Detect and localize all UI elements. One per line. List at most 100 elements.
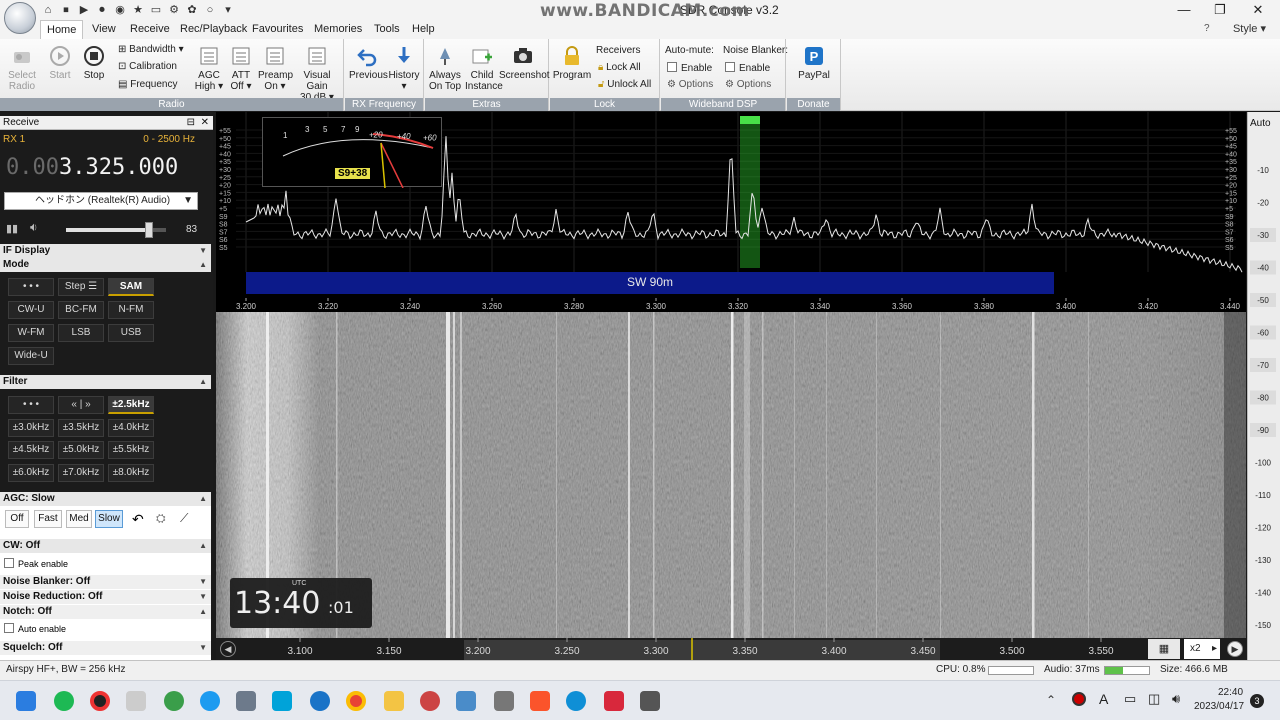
brave-icon[interactable] (530, 691, 550, 711)
stop-button[interactable]: Stop (78, 45, 110, 81)
screen-app-icon[interactable] (456, 691, 476, 711)
calibration-button[interactable]: ⊡ Calibration (118, 61, 177, 73)
pin-icon[interactable]: ⊟ (187, 116, 195, 130)
filter-button[interactable]: ±6.0kHz (8, 463, 54, 482)
tuned-filter-band[interactable] (740, 116, 760, 268)
start-menu-icon[interactable] (16, 691, 36, 711)
noise-reduction-section[interactable]: Noise Reduction: Off ▼ (0, 590, 211, 604)
unlock-all-button[interactable]: 🔓︎ Unlock All (598, 79, 651, 91)
child-instance-button[interactable]: Child Instance (465, 45, 503, 92)
favourite-icon[interactable]: ★ (130, 2, 146, 18)
tab-home[interactable]: Home (40, 20, 84, 39)
circle-icon[interactable]: ○ (202, 2, 218, 18)
scroll-right-icon[interactable]: ▶ (1227, 641, 1243, 657)
scroll-left-icon[interactable]: ◀ (220, 641, 236, 657)
spectrum-display[interactable]: +55 +50 +45 +40 +35 +30 +25 +20 +15 +10 +5 S9 S8 S7 S6… (216, 112, 1246, 298)
peak-enable-checkbox[interactable]: Peak enable (4, 558, 68, 569)
screenshot-scale-icon[interactable]: ▦ (1148, 639, 1180, 659)
tab-receive[interactable]: Receive (124, 20, 176, 39)
auto-mute-enable-checkbox[interactable]: Enable (667, 62, 712, 75)
mode-button[interactable]: USB (108, 324, 154, 342)
mode-button[interactable]: CW-U (8, 301, 54, 319)
taskbar-date[interactable]: 2023/04/17 (1194, 701, 1244, 712)
volume-slider[interactable] (66, 222, 166, 238)
always-on-top-button[interactable]: Always On Top (427, 45, 463, 92)
tray-record-icon[interactable] (1072, 692, 1086, 706)
tab-rec-playback[interactable]: Rec/Playback (174, 20, 253, 39)
paypal-button[interactable]: P PayPal (793, 45, 835, 81)
visual-gain-button[interactable]: Visual Gain30 dB ▾ (292, 45, 342, 103)
maximize-button[interactable]: ❐ (1202, 0, 1238, 20)
dropdown-icon[interactable]: ▾ (220, 2, 236, 18)
filter-button[interactable]: ±7.0kHz (58, 463, 104, 482)
filter-button[interactable]: ±3.0kHz (8, 418, 54, 437)
lock-all-button[interactable]: 🔒︎ Lock All (598, 62, 641, 74)
help-icon[interactable]: ? (1204, 23, 1210, 34)
clipboard-icon[interactable] (126, 691, 146, 711)
record-icon[interactable]: ⏺ (94, 2, 110, 18)
waterfall-display[interactable]: UTC 13:40 :01 (216, 312, 1246, 638)
spectrum-frequency-scale[interactable]: 3.200 3.220 3.240 3.260 3.280 3.300 3.320 3.340… (216, 298, 1246, 312)
if-display-section[interactable]: IF Display ▼ (0, 244, 211, 258)
stop-icon[interactable]: ⏹ (58, 2, 74, 18)
tab-memories[interactable]: Memories (308, 20, 368, 39)
edge-icon[interactable] (566, 691, 586, 711)
cw-section[interactable]: CW: Off ▲ (0, 539, 211, 553)
filter-section[interactable]: Filter ▲ (0, 375, 211, 389)
maps-icon[interactable] (164, 691, 184, 711)
notification-badge[interactable]: 3 (1250, 694, 1264, 708)
style-menu[interactable]: Style ▾ (1233, 22, 1266, 35)
noise-blanker-options-button[interactable]: ⚙ Options (725, 79, 771, 91)
chevron-up-icon[interactable]: ⌃ (1046, 693, 1056, 707)
agc-section[interactable]: AGC: Slow ▲ (0, 492, 211, 506)
taskbar-time[interactable]: 22:40 (1218, 687, 1243, 698)
noise-blanker-enable-checkbox[interactable]: Enable (725, 62, 770, 75)
filter-button[interactable]: ±8.0kHz (108, 463, 154, 482)
notch-section[interactable]: Notch: Off ▲ (0, 605, 211, 619)
auto-mute-options-button[interactable]: ⚙ Options (667, 79, 713, 91)
start-button[interactable]: Start (44, 45, 76, 81)
volume-thumb[interactable] (145, 222, 153, 238)
tab-tools[interactable]: Tools (368, 20, 406, 39)
mode-button[interactable]: Wide-U (8, 347, 54, 365)
ime-indicator[interactable]: A (1099, 691, 1108, 707)
mode-button[interactable]: Step ☰ (58, 278, 104, 296)
tuned-filter-handle[interactable] (740, 116, 760, 124)
filter-button[interactable]: ±2.5kHz (108, 396, 154, 414)
tab-view[interactable]: View (86, 20, 122, 39)
mode-button[interactable]: W-FM (8, 324, 54, 342)
tools-icon[interactable]: ⚙ (166, 2, 182, 18)
network-icon[interactable]: ◫ (1148, 691, 1160, 707)
agc-med-button[interactable]: Med (66, 510, 92, 528)
sdr-console-taskbar-icon[interactable] (420, 691, 440, 711)
filter-button[interactable]: « | » (58, 396, 104, 414)
filter-button[interactable]: ±5.0kHz (58, 441, 104, 459)
noise-blanker-section[interactable]: Noise Blanker: Off ▼ (0, 575, 211, 589)
squelch-section[interactable]: Squelch: Off ▼ (0, 641, 211, 655)
overview-frequency-scale[interactable]: ◀ 3.100 3.150 3.200 3.250 3.300 3.350 3.400 3.4… (216, 638, 1247, 660)
agc-slow-button[interactable]: Slow (95, 510, 123, 528)
window-icon[interactable]: ▭ (148, 2, 164, 18)
record-app-icon[interactable] (90, 691, 110, 711)
play-icon[interactable]: ▶ (76, 2, 92, 18)
history-button[interactable]: History ▾ (387, 45, 421, 92)
volume-icon[interactable]: 🔊︎ (1172, 691, 1180, 707)
mode-button[interactable]: LSB (58, 324, 104, 342)
filter-button[interactable]: ±4.0kHz (108, 418, 154, 437)
audio-device-select[interactable]: ヘッドホン (Realtek(R) Audio) ▼ (4, 192, 198, 210)
spotify-icon[interactable] (54, 691, 74, 711)
mode-button[interactable]: N-FM (108, 301, 154, 319)
spectrum-bars-icon[interactable]: ▮▮ (6, 222, 18, 235)
close-button[interactable]: ✕ (1240, 0, 1276, 20)
file-explorer-icon[interactable] (384, 691, 404, 711)
application-menu-orb[interactable] (4, 2, 36, 34)
mode-button[interactable]: BC-FM (58, 301, 104, 319)
mode-section[interactable]: Mode ▲ (0, 258, 211, 272)
filter-button[interactable]: ±4.5kHz (8, 441, 54, 459)
agc-button[interactable]: AGC High ▾ (192, 45, 226, 92)
minimize-button[interactable]: — (1166, 0, 1202, 20)
agc-off-button[interactable]: Off (5, 510, 29, 528)
speaker-icon[interactable]: 🔉︎ (30, 220, 38, 235)
close-icon[interactable]: ✕ (201, 116, 209, 130)
filter-button[interactable]: • • • (8, 396, 54, 414)
